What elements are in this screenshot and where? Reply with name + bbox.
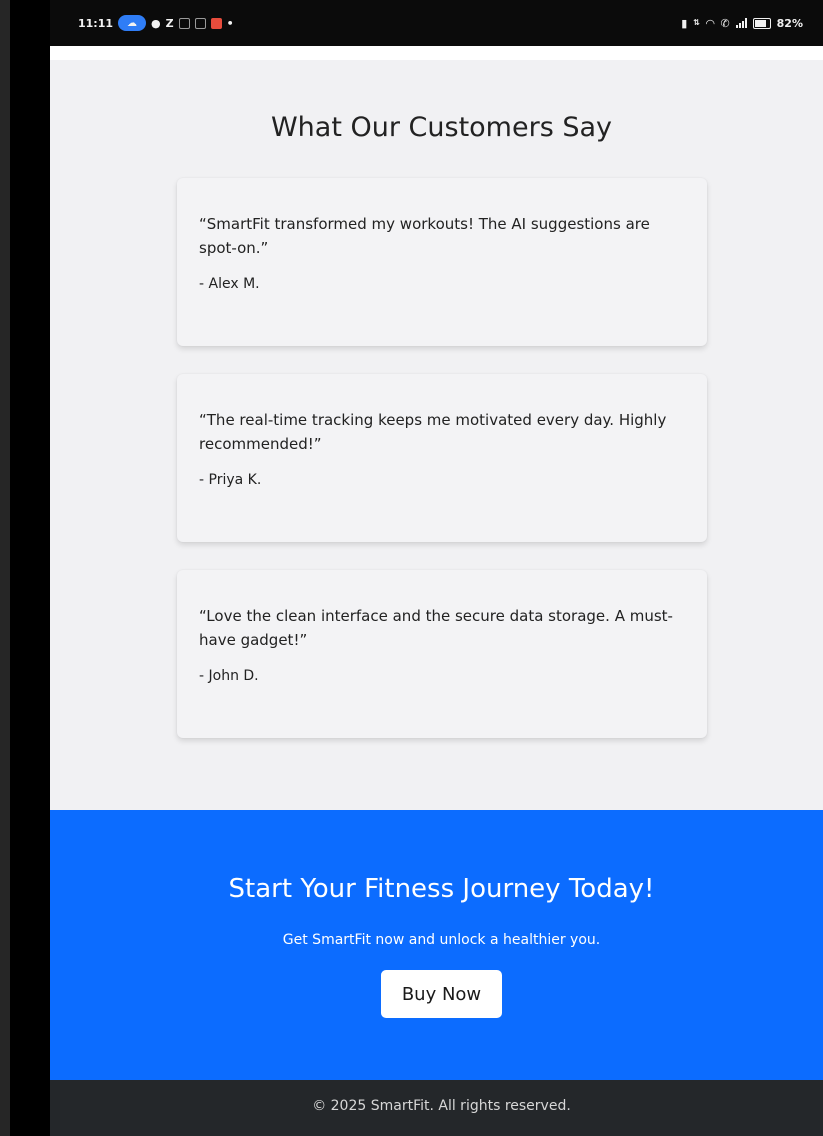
battery-percent: 82% [776, 16, 803, 30]
vibrate-icon: ▮ [681, 16, 688, 30]
top-spacer [50, 46, 823, 60]
footer: © 2025 SmartFit. All rights reserved. [50, 1080, 823, 1136]
call-icon: ✆ [720, 16, 730, 30]
testimonial-card: “The real-time tracking keeps me motivat… [177, 374, 707, 542]
cta-section: Start Your Fitness Journey Today! Get Sm… [50, 810, 823, 1080]
app-icon [194, 17, 206, 29]
cloud-pill-icon: ☁ [118, 15, 147, 31]
data-speed-icon: ⇅ [693, 18, 700, 27]
testimonial-quote: “The real-time tracking keeps me motivat… [199, 411, 667, 453]
testimonial-author: - Alex M. [199, 276, 260, 292]
footer-copyright: © 2025 SmartFit. All rights reserved. [312, 1098, 571, 1114]
device-bezel [0, 0, 50, 1136]
testimonial-quote: “Love the clean interface and the secure… [199, 607, 673, 649]
testimonials-section: What Our Customers Say “SmartFit transfo… [50, 60, 823, 810]
dot-icon: • [226, 16, 234, 30]
battery-icon [752, 17, 771, 29]
cta-title: Start Your Fitness Journey Today! [228, 874, 655, 904]
chat-bubble-icon: ● [151, 16, 161, 30]
buy-now-button[interactable]: Buy Now [381, 970, 502, 1018]
section-title: What Our Customers Say [270, 112, 613, 143]
status-z: Z [165, 16, 174, 30]
app-frame: 11:11 ☁ ● Z • ▮ ⇅ ◠ ✆ 82% What Our Custo… [0, 0, 823, 1136]
testimonial-quote: “SmartFit transformed my workouts! The A… [199, 215, 650, 257]
red-app-icon [210, 17, 222, 29]
testimonial-card: “Love the clean interface and the secure… [177, 570, 707, 738]
status-time: 11:11 [78, 16, 114, 30]
status-bar: 11:11 ☁ ● Z • ▮ ⇅ ◠ ✆ 82% [50, 0, 823, 46]
testimonial-author: - John D. [199, 668, 259, 684]
signal-icon [735, 18, 747, 28]
wifi-icon: ◠ [705, 16, 715, 30]
testimonial-card: “SmartFit transformed my workouts! The A… [177, 178, 707, 346]
cta-subtitle: Get SmartFit now and unlock a healthier … [282, 932, 601, 948]
app-icon [178, 17, 190, 29]
testimonial-author: - Priya K. [199, 472, 262, 488]
